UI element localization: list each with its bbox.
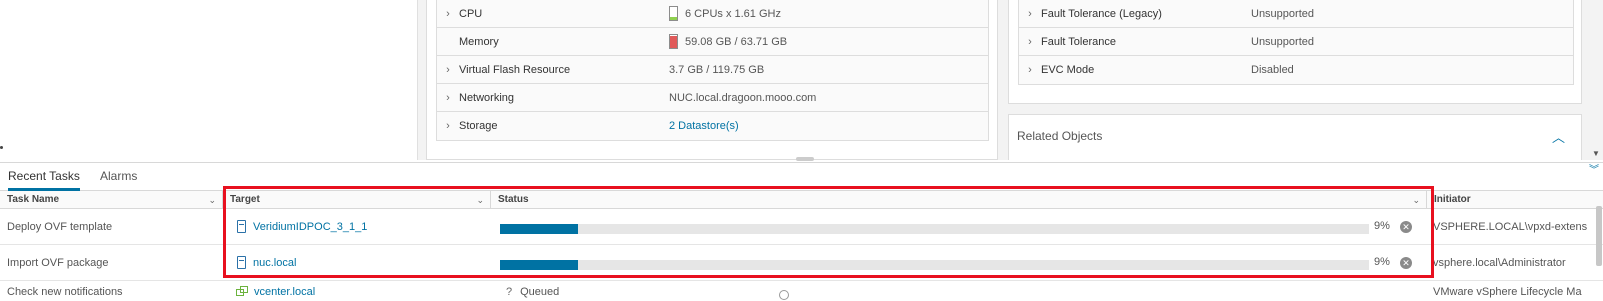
chevron-right-icon[interactable]: ›: [1019, 8, 1041, 20]
fault-tolerance-card: › Fault Tolerance (Legacy) Unsupported ›…: [1008, 0, 1582, 104]
related-objects-title: Related Objects: [1017, 129, 1103, 143]
column-header-initiator[interactable]: Initiator: [1427, 191, 1603, 209]
hardware-row-memory: › Memory 59.08 GB / 63.71 GB: [437, 28, 988, 56]
ft-value: Unsupported: [1251, 35, 1314, 48]
memory-usage-meter-icon: [669, 34, 678, 49]
task-status-text: Queued: [520, 285, 560, 298]
ft-label: Fault Tolerance (Legacy): [1041, 7, 1162, 20]
storage-datastores-link[interactable]: 2 Datastore(s): [669, 120, 739, 132]
loading-spinner-icon: [779, 290, 789, 300]
networking-value: NUC.local.dragoon.mooo.com: [669, 91, 817, 104]
host-summary-area: › CPU 6 CPUs x 1.61 GHz › Memory 59.08 G…: [0, 0, 1603, 161]
chevron-up-icon[interactable]: ︿: [1552, 127, 1565, 146]
tab-alarms[interactable]: Alarms: [100, 169, 137, 188]
tab-recent-tasks[interactable]: Recent Tasks: [8, 169, 80, 191]
task-name: Check new notifications: [7, 285, 123, 298]
ft-label: Fault Tolerance: [1041, 35, 1117, 48]
left-pane: [0, 0, 418, 160]
ft-value: Unsupported: [1251, 7, 1314, 20]
chevron-right-icon[interactable]: ›: [437, 120, 459, 132]
question-mark-icon: ?: [506, 285, 513, 298]
chevron-right-icon[interactable]: ›: [1019, 36, 1041, 48]
tasks-scrollbar-thumb[interactable]: [1596, 206, 1602, 266]
vcenter-icon: [236, 285, 249, 298]
hardware-value-memory: 59.08 GB / 63.71 GB: [669, 34, 787, 49]
hardware-label: Virtual Flash Resource: [459, 63, 571, 76]
hardware-label: Networking: [459, 91, 515, 104]
hardware-row-storage[interactable]: › Storage 2 Datastore(s): [437, 112, 988, 140]
column-menu-chevron-down-icon[interactable]: ⌄: [208, 191, 216, 209]
scrollbar[interactable]: ▼: [1591, 0, 1601, 160]
cpu-usage-meter-icon: [669, 6, 678, 21]
task-target-link[interactable]: vcenter.local: [254, 286, 315, 298]
virtual-flash-value: 3.7 GB / 119.75 GB: [669, 63, 765, 76]
related-objects-card: Related Objects ︿: [1008, 114, 1582, 160]
column-label: Initiator: [1434, 194, 1471, 205]
task-initiator: vsphere.local\Administrator: [1433, 256, 1566, 269]
fault-tolerance-table: › Fault Tolerance (Legacy) Unsupported ›…: [1018, 0, 1574, 85]
scroll-down-arrow-icon[interactable]: ▼: [1592, 149, 1600, 158]
task-status: ? Queued: [506, 281, 559, 301]
task-initiator: VSPHERE.LOCAL\vpxd-extens: [1433, 220, 1588, 233]
hardware-value-cpu: 6 CPUs x 1.61 GHz: [669, 6, 781, 21]
hardware-label: CPU: [459, 7, 483, 20]
cpu-value: 6 CPUs x 1.61 GHz: [685, 7, 781, 20]
splitter-dot: [0, 146, 3, 149]
chevron-right-icon[interactable]: ›: [1019, 64, 1041, 76]
chevron-right-icon[interactable]: ›: [437, 64, 459, 76]
hardware-row-virtual-flash[interactable]: › Virtual Flash Resource 3.7 GB / 119.75…: [437, 56, 988, 84]
ft-label: EVC Mode: [1041, 64, 1095, 76]
chevron-right-icon[interactable]: ›: [437, 8, 459, 20]
highlight-annotation-box: [223, 186, 1434, 278]
ft-row-fault-tolerance[interactable]: › Fault Tolerance Unsupported: [1019, 28, 1573, 56]
collapse-panel-icon[interactable]: ︾: [1589, 166, 1599, 176]
hardware-label: Storage: [459, 120, 498, 132]
task-name: Import OVF package: [7, 256, 109, 269]
task-name: Deploy OVF template: [7, 220, 113, 233]
column-label: Task Name: [7, 194, 60, 205]
hardware-label: Memory: [459, 35, 499, 48]
ft-value: Disabled: [1251, 64, 1294, 76]
task-initiator: VMware vSphere Lifecycle Ma: [1433, 285, 1582, 298]
chevron-right-icon[interactable]: ›: [437, 92, 459, 104]
hardware-card: › CPU 6 CPUs x 1.61 GHz › Memory 59.08 G…: [426, 0, 998, 160]
table-row[interactable]: Check new notifications vcenter.local ? …: [0, 281, 1603, 301]
ft-row-legacy[interactable]: › Fault Tolerance (Legacy) Unsupported: [1019, 0, 1573, 28]
hardware-row-networking[interactable]: › Networking NUC.local.dragoon.mooo.com: [437, 84, 988, 112]
task-target[interactable]: vcenter.local: [236, 281, 315, 301]
memory-value: 59.08 GB / 63.71 GB: [685, 35, 788, 48]
hardware-table: › CPU 6 CPUs x 1.61 GHz › Memory 59.08 G…: [436, 0, 989, 141]
panel-resize-handle[interactable]: [796, 157, 814, 161]
ft-row-evc-mode[interactable]: › EVC Mode Disabled: [1019, 56, 1573, 84]
column-header-task-name[interactable]: Task Name ⌄: [0, 191, 223, 209]
hardware-row-cpu[interactable]: › CPU 6 CPUs x 1.61 GHz: [437, 0, 988, 28]
